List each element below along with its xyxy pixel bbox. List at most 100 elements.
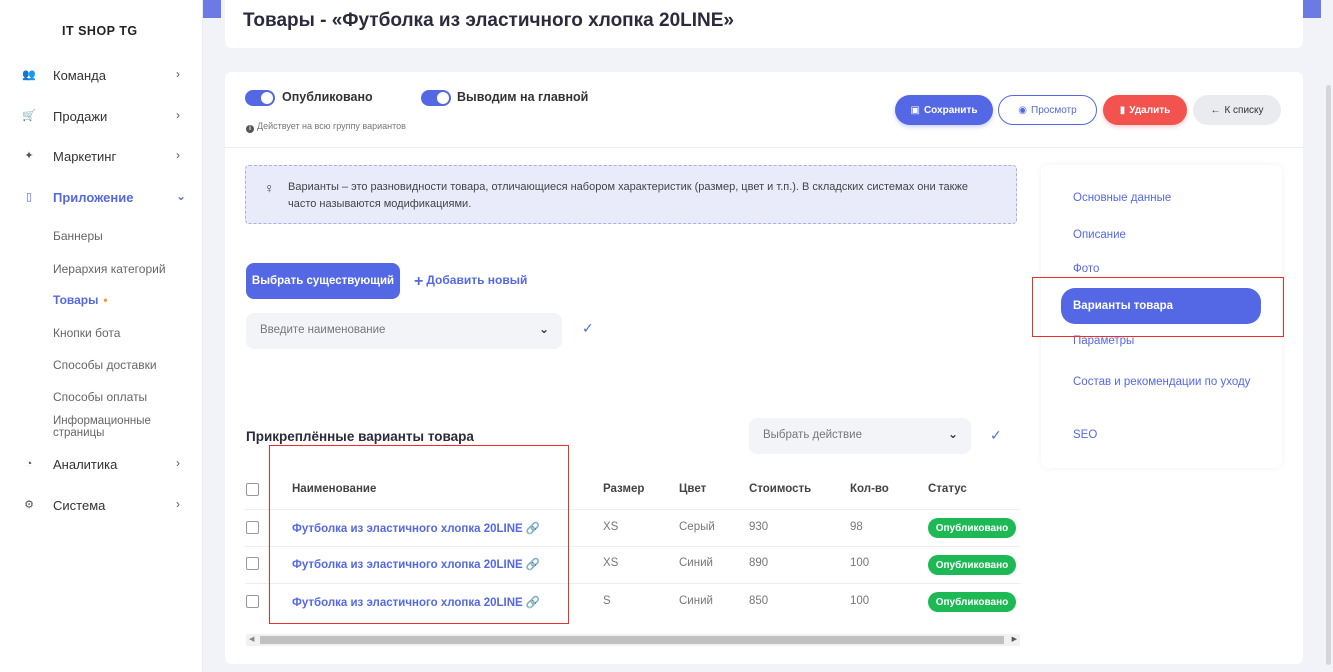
sidebar-item-sales[interactable]: 🛒 Продажи › [0,105,203,129]
row-size: S [603,595,611,607]
row-color: Синий [679,595,713,607]
sidebar-item-label: Маркетинг [53,149,117,164]
published-label: Опубликовано [282,90,373,104]
sidebar-sub-delivery[interactable]: Способы доставки [53,358,157,372]
row-qty: 100 [850,595,870,607]
hint-text: Действует на всю группу вариантов [257,121,406,131]
info-box: ♀ Варианты – это разновидности товара, о… [245,165,1017,224]
scroll-left-arrow-icon[interactable]: ◀ [249,635,254,643]
row-checkbox[interactable] [246,521,259,534]
highlight-box [1032,277,1284,337]
arrow-left-icon: ← [1210,104,1221,116]
accent-bar [1303,0,1321,18]
apply-action-check-icon[interactable]: ✓ [990,427,1002,444]
add-new-link[interactable]: + Добавить новый [414,273,527,291]
toggle-hint: i Действует на всю группу вариантов [246,121,406,133]
sidebar-item-marketing[interactable]: ✦ Маркетинг › [0,145,203,169]
column-header-price[interactable]: Стоимость [749,483,811,495]
sidebar-sub-banners[interactable]: Баннеры [53,229,103,243]
choose-existing-button[interactable]: Выбрать существующий [246,263,400,299]
column-header-status[interactable]: Статус [928,483,967,495]
sidebar-item-team[interactable]: 👥 Команда › [0,64,203,88]
lightbulb-icon: ♀ [264,180,275,196]
cart-icon: 🛒 [22,110,36,122]
sidebar-item-label: Приложение [53,190,134,205]
save-icon: ▣ [910,104,920,116]
save-label: Сохранить [923,104,978,116]
add-new-label: Добавить новый [426,273,528,287]
main-page-label: Выводим на главной [457,90,589,104]
variant-search-select[interactable]: Введите наименование ⌄ [246,313,562,349]
back-to-list-button[interactable]: ← К списку [1193,95,1281,125]
status-badge: Опубликовано [928,555,1016,575]
sidebar: IT SHOP TG 👥 Команда › 🛒 Продажи › ✦ Мар… [0,0,203,672]
column-header-qty[interactable]: Кол-во [850,483,889,495]
back-label: К списку [1224,104,1264,116]
section-nav-care[interactable]: Состав и рекомендации по уходу [1073,372,1253,393]
column-header-color[interactable]: Цвет [679,483,706,495]
highlight-box [269,445,569,624]
column-header-size[interactable]: Размер [603,483,644,495]
info-text: Варианты – это разновидности товара, отл… [288,181,968,210]
scroll-right-arrow-icon[interactable]: ▶ [1012,635,1017,643]
sidebar-sub-payment[interactable]: Способы оплаты [53,390,147,404]
team-icon: 👥 [22,69,36,81]
page-title: Товары - «Футболка из эластичного хлопка… [243,10,734,31]
sidebar-item-label: Команда [53,68,106,83]
chevron-right-icon: › [176,456,180,470]
section-nav-description[interactable]: Описание [1073,229,1126,241]
scroll-thumb[interactable] [260,636,1004,644]
bulk-action-select[interactable]: Выбрать действие ⌄ [749,418,971,454]
marketing-icon: ✦ [24,150,34,162]
sidebar-item-label: Продажи [53,109,108,124]
section-nav-main-data[interactable]: Основные данные [1073,192,1171,204]
plus-icon: + [414,273,424,290]
active-dot: • [103,293,108,307]
row-price: 890 [749,557,769,569]
row-color: Синий [679,557,713,569]
vertical-scrollbar[interactable] [1326,85,1331,665]
chevron-down-icon: ⌄ [176,189,187,203]
row-qty: 98 [850,521,863,533]
row-size: XS [603,521,619,533]
sidebar-sub-products[interactable]: Товары • [53,293,108,307]
row-checkbox[interactable] [246,595,259,608]
info-icon: i [246,125,254,133]
row-size: XS [603,557,619,569]
chevron-right-icon: › [176,497,180,511]
view-button[interactable]: ◉ Просмотр [998,95,1097,125]
phone-icon: ▯ [25,191,33,203]
select-all-checkbox[interactable] [246,483,259,496]
sidebar-sub-info-pages[interactable]: Информационные страницы [53,415,163,439]
main-page-toggle[interactable] [421,90,451,106]
save-button[interactable]: ▣ Сохранить [895,95,993,125]
accent-bar [203,0,221,18]
divider [225,147,1303,148]
eye-icon: ◉ [1018,104,1028,116]
sidebar-item-app[interactable]: ▯ Приложение ⌄ [0,186,203,210]
sidebar-item-analytics[interactable]: ◔ Аналитика › [0,453,203,477]
status-badge: Опубликовано [928,592,1016,612]
sidebar-item-label: Аналитика [53,457,118,472]
chevron-right-icon: › [176,148,180,162]
sidebar-item-label: Система [53,498,106,513]
row-checkbox[interactable] [246,557,259,570]
chevron-right-icon: › [176,108,180,122]
sidebar-item-system[interactable]: ⚙ Система › [0,494,203,518]
section-nav-photo[interactable]: Фото [1073,263,1099,275]
sidebar-sub-categories[interactable]: Иерархия категорий [53,262,166,276]
horizontal-scrollbar[interactable]: ◀ ▶ [246,634,1020,646]
settings-icon: ⚙ [24,499,34,511]
chevron-right-icon: › [176,67,180,81]
select-placeholder: Введите наименование [260,324,386,336]
row-qty: 100 [850,557,870,569]
chevron-down-icon: ⌄ [947,427,958,441]
sidebar-sub-bot-buttons[interactable]: Кнопки бота [53,326,120,340]
published-toggle[interactable] [245,90,275,106]
section-nav-seo[interactable]: SEO [1073,429,1097,441]
attached-variants-title: Прикреплённые варианты товара [246,429,474,444]
confirm-check-icon[interactable]: ✓ [582,320,594,337]
analytics-icon: ◔ [25,458,33,470]
row-price: 850 [749,595,769,607]
delete-button[interactable]: ▮ Удалить [1103,95,1187,125]
